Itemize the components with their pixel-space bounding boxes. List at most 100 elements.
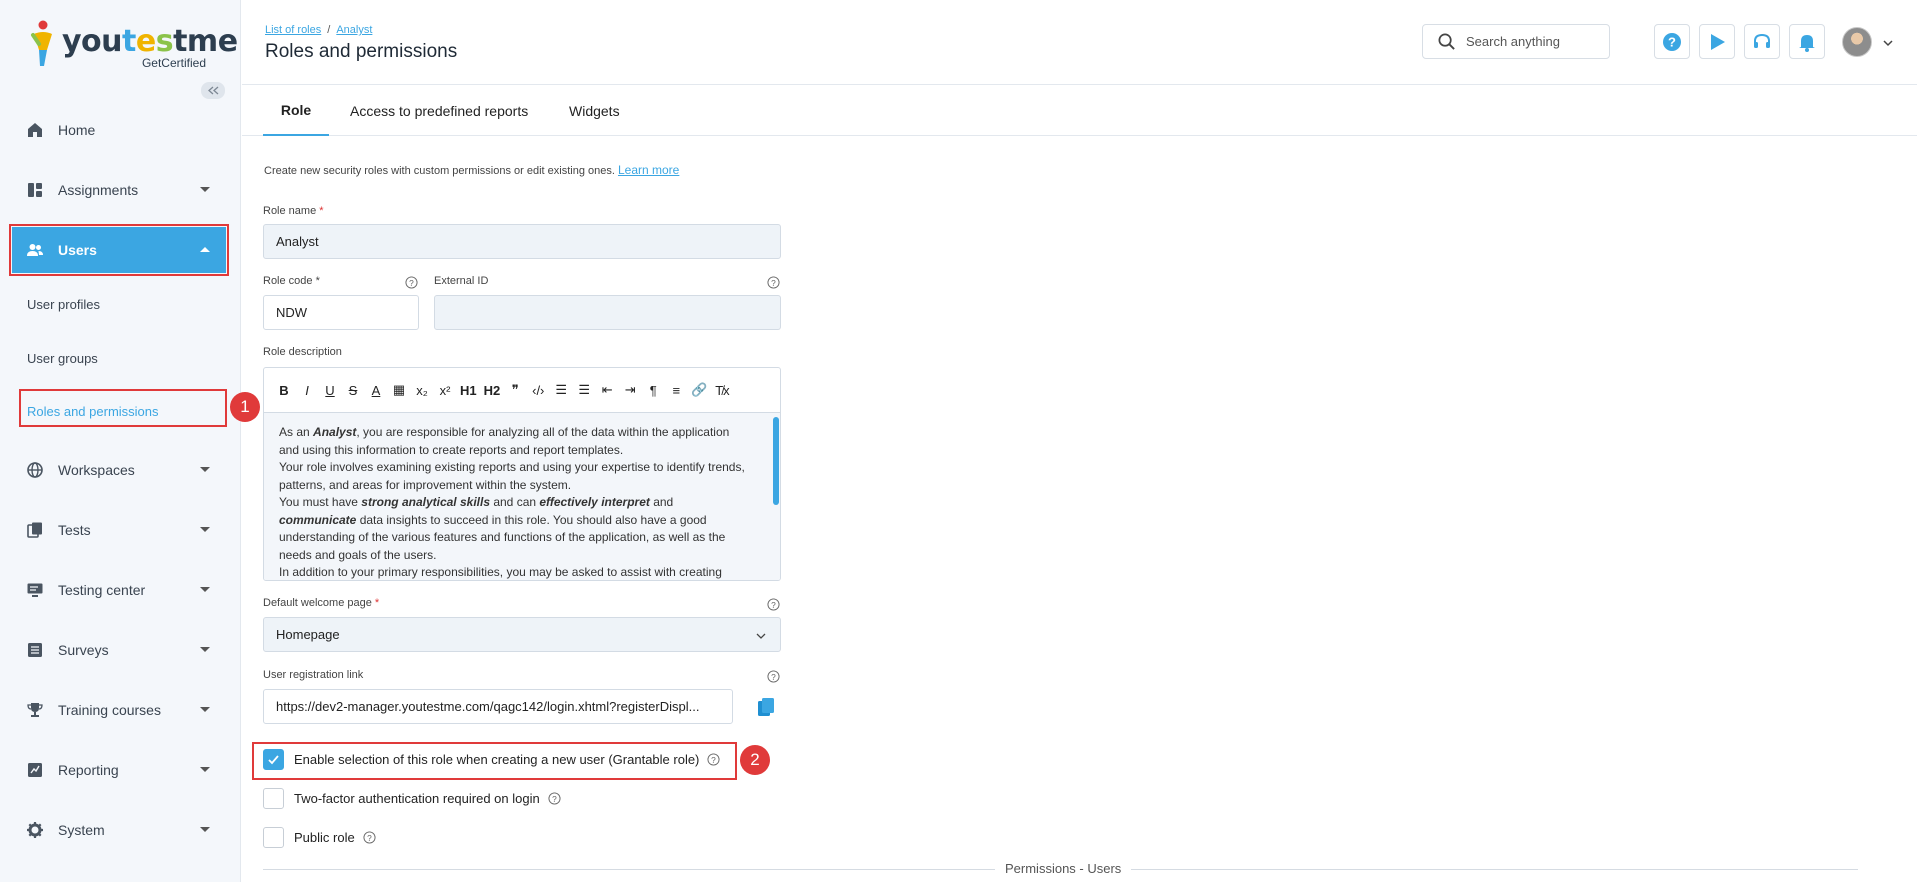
users-icon — [27, 244, 43, 256]
sidebar: youtestme GetCertified Home Assignments … — [0, 0, 260, 882]
grantable-role-label: Enable selection of this role when creat… — [294, 752, 700, 767]
sidebar-item-label: Testing center — [58, 582, 146, 598]
link-button[interactable]: 🔗 — [691, 382, 707, 398]
role-description-editor[interactable]: B I U S A ▦ x₂ x² H1 H2 ❞ ‹/› ☰ ☰ ⇤ ⇥ ¶ … — [263, 367, 781, 581]
text-color-button[interactable]: A — [368, 383, 384, 398]
sidebar-item-label: Training courses — [58, 702, 161, 718]
svg-text:?: ? — [409, 278, 414, 288]
help-circle-icon[interactable]: ? — [548, 792, 561, 805]
section-title: Permissions - Users — [995, 861, 1132, 876]
grantable-role-option[interactable]: Enable selection of this role when creat… — [263, 749, 720, 770]
bell-icon — [1799, 34, 1815, 52]
paragraph: As an Analyst, you are responsible for a… — [279, 425, 730, 457]
breadcrumb-link-analyst[interactable]: Analyst — [336, 24, 372, 36]
role-code-input[interactable]: NDW — [263, 295, 419, 330]
sidebar-item-training-courses[interactable]: Training courses — [12, 687, 226, 733]
indent-button[interactable]: ⇥ — [622, 382, 638, 398]
avatar[interactable] — [1842, 27, 1872, 57]
sidebar-item-label: Users — [58, 242, 97, 258]
sidebar-subitem-user-groups[interactable]: User groups — [27, 351, 98, 366]
logo[interactable]: youtestme GetCertified — [28, 20, 238, 72]
bold-button[interactable]: B — [276, 383, 292, 398]
chevron-down-icon — [200, 187, 210, 192]
svg-text:?: ? — [552, 794, 557, 804]
underline-button[interactable]: U — [322, 383, 338, 398]
sidebar-item-testing-center[interactable]: Testing center — [12, 567, 226, 613]
ordered-list-button[interactable]: ☰ — [553, 382, 569, 398]
chevron-down-icon — [200, 467, 210, 472]
role-name-input[interactable]: Analyst — [263, 224, 781, 259]
outdent-button[interactable]: ⇤ — [599, 382, 615, 398]
copy-icon — [27, 522, 42, 538]
collapse-sidebar-button[interactable] — [201, 82, 225, 99]
step-badge-2: 2 — [740, 745, 770, 775]
help-button[interactable]: ? — [1654, 24, 1690, 59]
background-color-button[interactable]: ▦ — [391, 382, 407, 398]
copy-icon[interactable] — [757, 697, 775, 717]
sidebar-item-label: Assignments — [58, 182, 139, 198]
registration-link-input[interactable]: https://dev2-manager.youtestme.com/qagc1… — [263, 689, 733, 724]
bullet-list-button[interactable]: ☰ — [576, 382, 592, 398]
italic-button[interactable]: I — [299, 383, 315, 398]
play-tutorial-button[interactable] — [1699, 24, 1735, 59]
svg-text:?: ? — [771, 278, 776, 288]
strike-button[interactable]: S — [345, 383, 361, 398]
svg-text:?: ? — [712, 755, 717, 765]
sidebar-item-system[interactable]: System — [12, 807, 226, 853]
subscript-button[interactable]: x₂ — [414, 383, 430, 398]
sidebar-subitem-user-profiles[interactable]: User profiles — [27, 297, 100, 312]
sidebar-item-tests[interactable]: Tests — [12, 507, 226, 553]
help-circle-icon[interactable]: ? — [405, 276, 418, 289]
editor-scrollbar[interactable] — [773, 417, 779, 505]
notifications-button[interactable] — [1789, 24, 1825, 59]
chevron-down-icon — [200, 587, 210, 592]
help-circle-icon[interactable]: ? — [767, 276, 780, 289]
help-circle-icon[interactable]: ? — [767, 670, 780, 683]
public-role-option[interactable]: Public role ? — [263, 827, 376, 848]
heading-1-button[interactable]: H1 — [460, 383, 477, 398]
sidebar-subitem-roles-and-permissions[interactable]: Roles and permissions — [27, 404, 159, 419]
list-icon — [28, 643, 42, 657]
welcome-page-select[interactable]: Homepage — [263, 617, 781, 652]
grantable-role-checkbox[interactable] — [263, 749, 284, 770]
tab-widgets[interactable]: Widgets — [569, 86, 620, 136]
sidebar-item-surveys[interactable]: Surveys — [12, 627, 226, 673]
heading-2-button[interactable]: H2 — [484, 383, 501, 398]
sidebar-item-workspaces[interactable]: Workspaces — [12, 447, 226, 493]
support-button[interactable] — [1744, 24, 1780, 59]
two-factor-checkbox[interactable] — [263, 788, 284, 809]
help-circle-icon[interactable]: ? — [707, 753, 720, 766]
intro-text: Create new security roles with custom pe… — [264, 163, 680, 177]
sidebar-item-users[interactable]: Users — [9, 224, 229, 276]
chevron-down-icon[interactable] — [1882, 37, 1894, 49]
align-button[interactable]: ≡ — [668, 383, 684, 398]
tab-role[interactable]: Role — [263, 86, 329, 136]
tab-access-to-predefined-reports[interactable]: Access to predefined reports — [350, 86, 528, 136]
search-input[interactable]: Search anything — [1422, 24, 1610, 59]
sidebar-item-home[interactable]: Home — [12, 107, 226, 153]
trophy-icon — [27, 703, 43, 717]
two-factor-option[interactable]: Two-factor authentication required on lo… — [263, 788, 561, 809]
external-id-input[interactable] — [434, 295, 781, 330]
blockquote-button[interactable]: ❞ — [507, 382, 523, 398]
clear-format-button[interactable]: T̸x — [714, 383, 730, 398]
breadcrumb-link-list-of-roles[interactable]: List of roles — [265, 24, 321, 36]
step-badge-1: 1 — [230, 392, 260, 422]
code-button[interactable]: ‹/› — [530, 383, 546, 398]
text-direction-button[interactable]: ¶ — [645, 383, 661, 398]
sidebar-item-reporting[interactable]: Reporting — [12, 747, 226, 793]
learn-more-link[interactable]: Learn more — [618, 163, 679, 177]
welcome-page-label: Default welcome page * — [263, 597, 380, 609]
help-circle-icon[interactable]: ? — [767, 598, 780, 611]
external-id-label: External ID — [434, 275, 489, 287]
gear-icon — [27, 822, 43, 838]
play-icon — [1711, 33, 1725, 50]
public-role-checkbox[interactable] — [263, 827, 284, 848]
superscript-button[interactable]: x² — [437, 383, 453, 398]
page-title: Roles and permissions — [265, 41, 458, 62]
editor-content[interactable]: As an Analyst, you are responsible for a… — [264, 413, 780, 580]
paragraph: In addition to your primary responsibili… — [279, 565, 722, 579]
chevron-down-icon — [200, 827, 210, 832]
help-circle-icon[interactable]: ? — [363, 831, 376, 844]
sidebar-item-assignments[interactable]: Assignments — [12, 167, 226, 213]
